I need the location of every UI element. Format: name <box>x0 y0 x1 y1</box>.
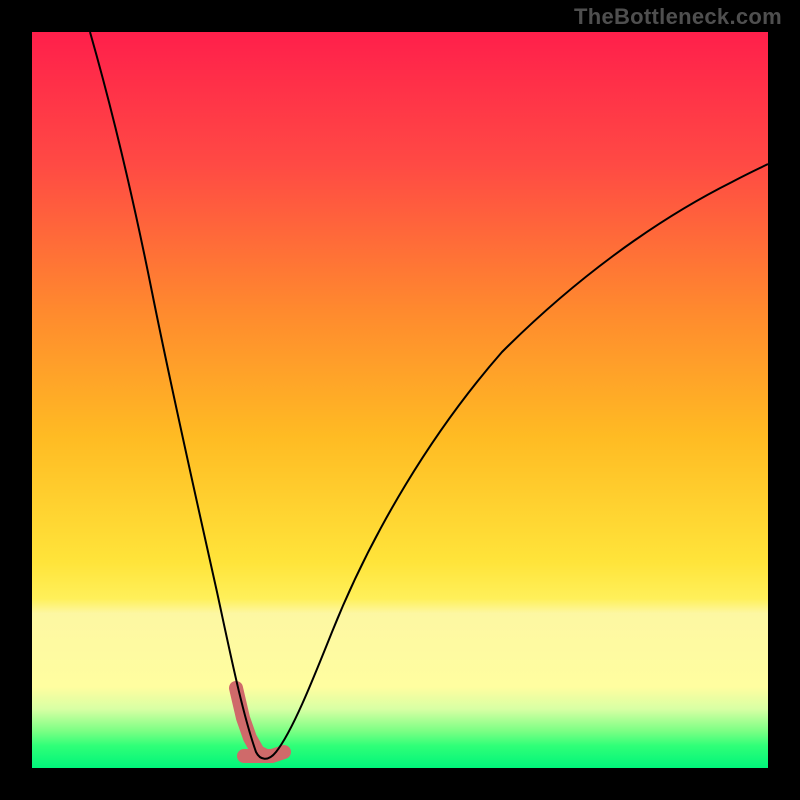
watermark-text: TheBottleneck.com <box>574 4 782 30</box>
valley-highlight-bottom <box>244 752 284 756</box>
valley-highlight <box>236 688 284 756</box>
bottleneck-curve-path <box>90 32 768 759</box>
plot-area <box>32 32 768 768</box>
bottleneck-curve-svg <box>32 32 768 768</box>
chart-frame: TheBottleneck.com <box>0 0 800 800</box>
